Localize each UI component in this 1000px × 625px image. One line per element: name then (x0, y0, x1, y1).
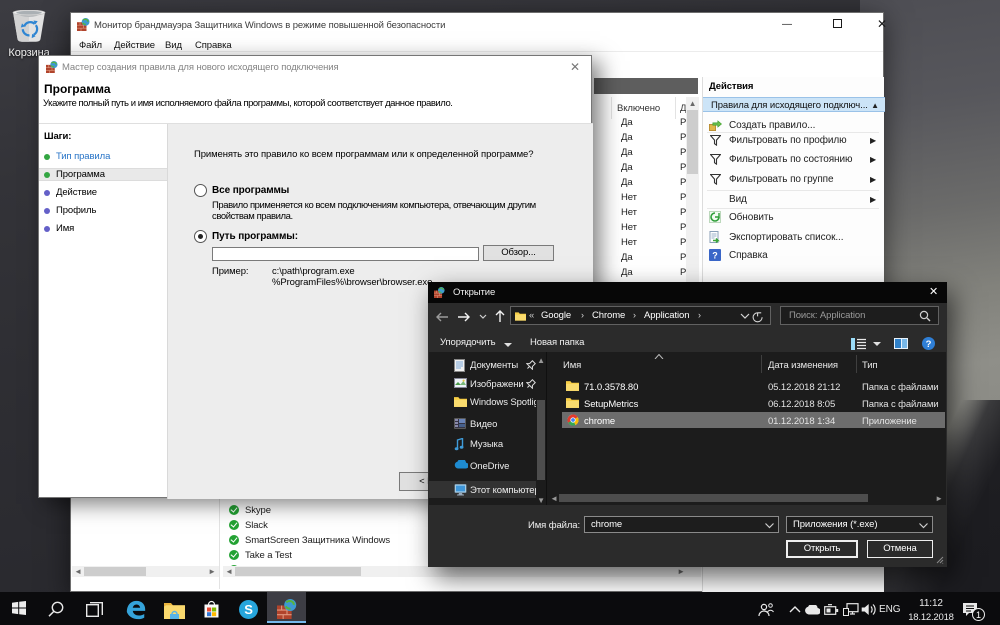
svg-text:S: S (244, 602, 253, 617)
svg-text:?: ? (926, 339, 932, 350)
svg-text:?: ? (712, 251, 717, 261)
